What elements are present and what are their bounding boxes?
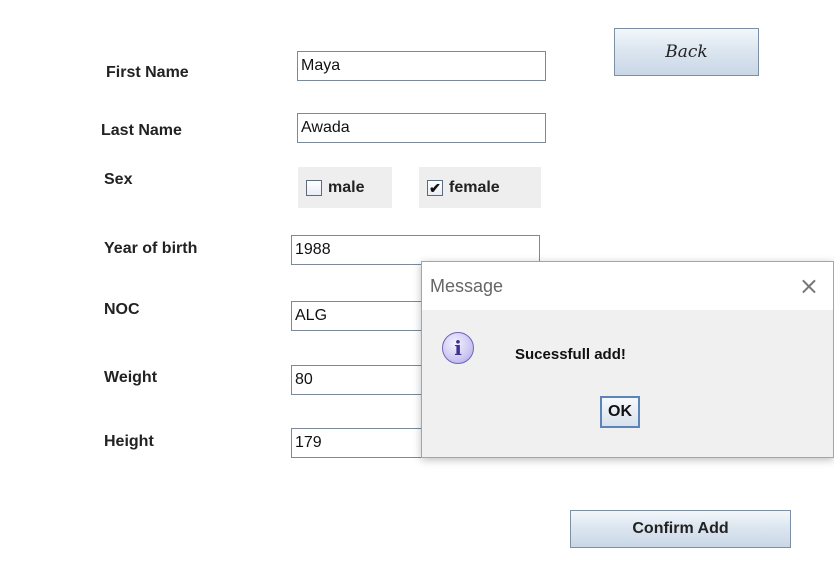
noc-label: NOC — [104, 301, 140, 318]
male-label: male — [328, 178, 365, 196]
info-icon: i — [442, 332, 474, 364]
close-icon[interactable]: × — [799, 274, 819, 298]
male-checkbox-option[interactable]: male — [298, 167, 392, 208]
weight-label: Weight — [104, 369, 158, 386]
female-checkbox[interactable]: ✔ — [427, 179, 443, 196]
sex-label: Sex — [104, 171, 133, 188]
back-button[interactable]: Back — [614, 28, 759, 76]
check-icon: ✔ — [429, 179, 441, 196]
last-name-label: Last Name — [101, 122, 182, 139]
dialog-title: Message — [430, 275, 504, 296]
ok-button[interactable]: OK — [600, 396, 640, 428]
first-name-label: First Name — [106, 64, 189, 81]
dialog-message: Sucessfull add! — [515, 346, 626, 363]
male-checkbox[interactable] — [306, 179, 322, 196]
height-label: Height — [104, 433, 154, 450]
year-of-birth-label: Year of birth — [104, 240, 198, 257]
female-label: female — [449, 178, 500, 196]
message-dialog: Message × i Sucessfull add! OK — [421, 261, 834, 458]
female-checkbox-option[interactable]: ✔ female — [419, 167, 541, 208]
confirm-add-button[interactable]: Confirm Add — [570, 510, 791, 548]
dialog-titlebar[interactable]: Message × — [422, 262, 833, 310]
first-name-field[interactable]: Maya — [297, 51, 546, 81]
last-name-field[interactable]: Awada — [297, 113, 546, 143]
